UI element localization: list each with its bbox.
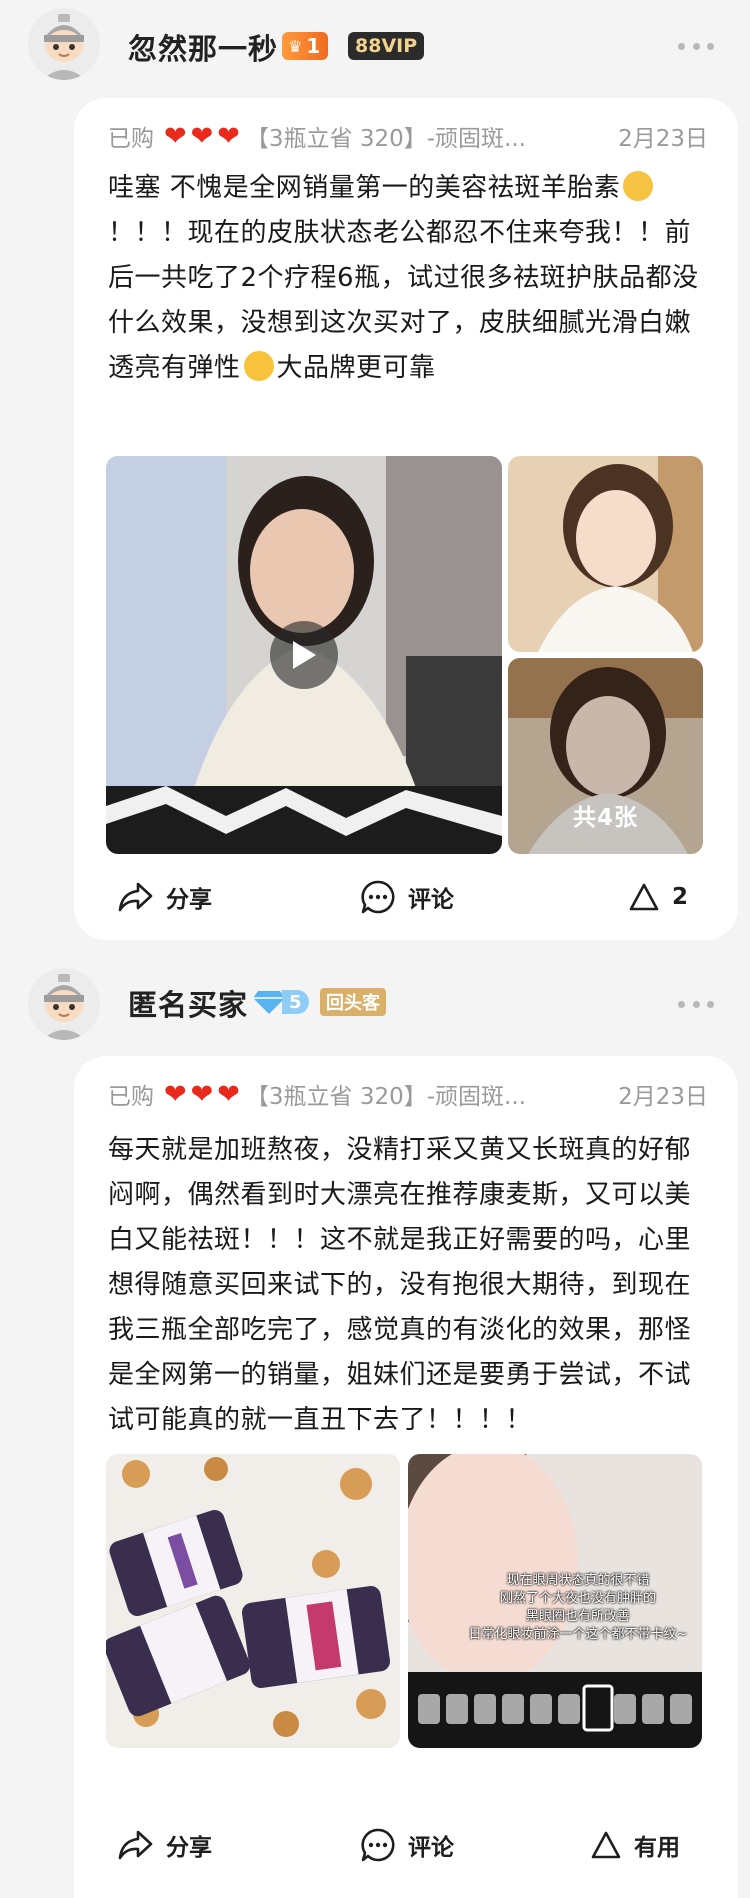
comment-icon: [361, 1828, 395, 1862]
username[interactable]: 忽然那一秒: [128, 26, 278, 68]
heart-icon: ❤: [190, 120, 214, 152]
username[interactable]: 匿名买家: [128, 982, 248, 1024]
reviewer-row: 忽然那一秒 ♛ 1 88VIP: [0, 0, 750, 80]
action-bar: 分享 评论 2: [74, 872, 738, 922]
member-level-badge: 5: [252, 988, 309, 1016]
review-photo[interactable]: 共4张: [508, 658, 703, 854]
heart-icon: ❤: [217, 120, 240, 152]
like-icon: [629, 883, 659, 911]
like-button[interactable]: 2: [628, 872, 688, 922]
review-date: 2月23日: [618, 126, 708, 152]
review-photo-face[interactable]: 现在眼周状态真的很不错 刚熬了个大夜也没有肿胖的 黑眼圈也有所改善 日常化眼妆前…: [408, 1454, 702, 1748]
comment-button[interactable]: 评论: [360, 872, 454, 922]
review-text: 每天就是加班熬夜，没精打采又黄又长斑真的好郁闷啊，偶然看到时大漂亮在推荐康麦斯，…: [108, 1135, 692, 1435]
like-count: 2: [672, 884, 689, 910]
comment-icon: [361, 880, 395, 914]
avatar-image: [28, 968, 100, 1040]
purchase-meta: 已购 ❤ ❤ ❤ 【3瓶立省 320】-顽固斑... 2月23日: [108, 116, 708, 156]
review-content-card: 已购 ❤ ❤ ❤ 【3瓶立省 320】-顽固斑... 2月23日 每天就是加班熬…: [74, 1056, 738, 1898]
like-icon: [591, 1831, 621, 1859]
review-card-2: 匿名买家 5 回头客 已购 ❤ ❤ ❤ 【3瓶立省 320】-顽固斑... 2月…: [0, 952, 750, 1898]
pray-emoji-icon: [623, 171, 654, 201]
review-photo[interactable]: [508, 456, 703, 652]
share-button[interactable]: 分享: [116, 872, 212, 922]
vip-badge: 88VIP: [348, 32, 425, 60]
sku-spec[interactable]: 【3瓶立省 320】-顽固斑...: [246, 1077, 526, 1111]
image-caption: 现在眼周状态真的很不错 刚熬了个大夜也没有肿胖的 黑眼圈也有所改善 日常化眼妆前…: [468, 1573, 688, 1642]
member-level-badge: ♛ 1: [282, 32, 329, 60]
heart-icon: ❤: [164, 120, 187, 152]
review-photo-product[interactable]: [106, 1454, 400, 1748]
bought-label: 已购: [108, 1084, 154, 1110]
rating-hearts: ❤ ❤ ❤: [164, 1081, 240, 1108]
review-video-thumbnail[interactable]: [106, 456, 502, 854]
returning-customer-tag: 回头客: [320, 988, 386, 1016]
sku-spec[interactable]: 【3瓶立省 320】-顽固斑...: [246, 119, 526, 153]
review-date: 2月23日: [618, 1084, 708, 1110]
useful-button[interactable]: 有用: [590, 1820, 680, 1870]
heart-icon: ❤: [164, 1078, 187, 1110]
comment-button[interactable]: 评论: [360, 1820, 454, 1870]
heart-icon: ❤: [190, 1078, 214, 1110]
play-icon[interactable]: [270, 621, 338, 689]
review-content-card: 已购 ❤ ❤ ❤ 【3瓶立省 320】-顽固斑... 2月23日 哇塞 不愧是全…: [74, 98, 738, 940]
heart-eyes-emoji-icon: [243, 351, 274, 381]
crown-icon: ♛: [288, 36, 303, 56]
avatar-image: [28, 8, 100, 80]
review-card-1: 忽然那一秒 ♛ 1 88VIP 已购 ❤ ❤ ❤ 【3瓶立省 320】-顽固斑.…: [0, 0, 750, 950]
avatar[interactable]: [28, 968, 100, 1040]
image-count[interactable]: 共4张: [508, 798, 703, 832]
more-icon[interactable]: [678, 1000, 714, 1008]
heart-icon: ❤: [217, 1078, 240, 1110]
review-text: 哇塞 不愧是全网销量第一的美容祛斑羊胎素！！！现在的皮肤状态老公都忍不住来夸我！…: [108, 171, 699, 383]
purchase-meta: 已购 ❤ ❤ ❤ 【3瓶立省 320】-顽固斑... 2月23日: [108, 1074, 708, 1114]
action-bar: 分享 评论 有用: [74, 1820, 738, 1870]
more-icon[interactable]: [678, 42, 714, 50]
share-icon: [118, 1830, 153, 1860]
bought-label: 已购: [108, 126, 154, 152]
diamond-icon: [253, 991, 285, 1014]
rating-hearts: ❤ ❤ ❤: [164, 123, 240, 150]
share-button[interactable]: 分享: [116, 1820, 212, 1870]
reviewer-row: 匿名买家 5 回头客: [0, 952, 750, 1040]
avatar[interactable]: [28, 8, 100, 80]
share-icon: [118, 882, 153, 912]
